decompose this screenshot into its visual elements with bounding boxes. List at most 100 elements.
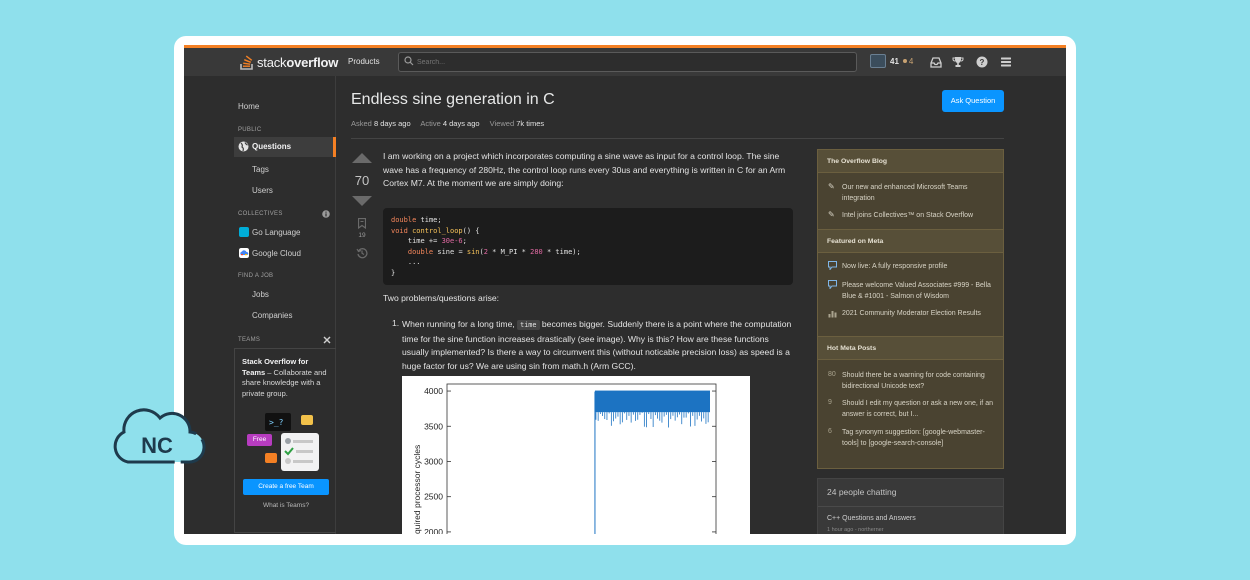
code-token: ; [462,237,467,246]
active-value[interactable]: 4 days ago [443,119,480,128]
logo-text-bold: overflow [286,54,339,70]
code-token: * M_PI * [487,247,531,256]
meta-heading-text: Featured on Meta [827,238,884,245]
bronze-badge-count: 4 [908,56,914,66]
browser-screen: stackoverflow Products 41 4 [184,45,1066,534]
chat-room-activity: 1 hour ago - northerner [827,527,884,533]
upvote-button[interactable] [352,153,372,163]
cycles-chart: 4000 3500 3000 2500 2000quired processor cyc… [412,383,717,534]
y-tick-label: 3000 [424,456,443,466]
code-token: 280 [530,247,543,256]
hot-meta-item[interactable]: Should I edit my question or ask a new o… [842,399,997,420]
blog-heading-text: The Overflow Blog [827,158,888,165]
hot-meta-heading-text: Hot Meta Posts [827,345,877,352]
nav-tags[interactable]: Tags [252,165,269,174]
vote-count: 70 [354,173,370,188]
code-token: ... [391,258,421,267]
question-intro: I am working on a project which incorpor… [383,151,786,189]
nav-teams-heading: TEAMS [238,337,261,343]
y-axis-label: quired processor cycles [412,445,422,534]
nav-collectives-heading: COLLECTIVES [238,211,283,217]
meta-item[interactable]: Please welcome Valued Associates #999 - … [842,281,997,302]
bronze-badge-icon [902,59,907,63]
question-image-plot[interactable]: 4000 3500 3000 2500 2000 quired processor cyc… [402,376,750,534]
nav-jobs[interactable]: Jobs [252,290,269,299]
avatar[interactable] [870,54,886,68]
list-item: When running for a long time, time becom… [402,318,796,373]
hot-meta-score: 80 [828,371,836,378]
globe-icon [238,141,249,152]
viewed-label: Viewed [489,119,515,128]
nav-find-job-heading: FIND A JOB [238,273,274,279]
pencil-icon: ✎ [828,182,835,191]
blog-item[interactable]: Our new and enhanced Microsoft Teams int… [842,183,997,204]
meta-item[interactable]: Now live: A fully responsive profile [842,262,997,273]
asked-value: 8 days ago [373,119,411,128]
close-icon[interactable] [323,336,331,344]
site-switcher-icon[interactable] [1000,56,1012,68]
title-divider [351,138,1004,139]
achievements-icon[interactable] [952,56,964,68]
nav-questions-label: Questions [252,142,292,151]
top-bar: stackoverflow Products 41 4 [184,45,1066,76]
screenshot-frame: stackoverflow Products 41 4 [174,36,1076,545]
code-token: 30e-6 [441,237,463,246]
what-is-teams-link[interactable]: What is Teams? [235,502,337,509]
hot-meta-score: 9 [828,399,832,406]
left-sidebar: Home PUBLIC Questions Tags Users COLLECT… [184,76,336,534]
code-token: void [391,226,408,235]
code-token: } [391,268,396,277]
code-token: sine = [433,247,467,256]
problems-text: Two problems/questions arise: [383,293,500,303]
code-token: time; [416,216,442,224]
products-link[interactable]: Products [348,57,380,66]
user-profile[interactable]: 41 4 [870,54,913,68]
nav-companies[interactable]: Companies [252,311,292,320]
chat-title[interactable]: 24 people chatting [827,487,896,497]
free-tag: Free [247,434,272,446]
stackoverflow-logo[interactable]: stackoverflow [239,54,338,70]
election-icon [828,311,837,318]
svg-text:>_?: >_? [269,418,284,427]
blog-heading: The Overflow Blog [818,149,1003,173]
meta-item[interactable]: 2021 Community Moderator Election Result… [842,309,997,320]
inbox-icon[interactable] [930,56,942,68]
hot-meta-item[interactable]: Should there be a warning for code conta… [842,371,997,392]
ask-question-button[interactable]: Ask Question [942,90,1004,112]
svg-text:?: ? [980,58,985,67]
chat-room-link[interactable]: C++ Questions and Answers [827,515,916,522]
help-icon[interactable]: ? [976,56,988,68]
search-box[interactable] [398,52,857,72]
info-icon[interactable] [322,210,330,218]
viewed-value: 7k times [516,119,545,128]
collective-google-cloud[interactable]: Google Cloud [252,249,301,258]
search-input[interactable] [417,56,847,68]
bookmark-count: 19 [358,232,366,239]
hot-meta-item[interactable]: Tag synonym suggestion: [google-webmaste… [842,428,997,449]
nav-users[interactable]: Users [252,186,273,195]
nav-home[interactable]: Home [238,102,259,111]
list-number: 1. [392,318,400,328]
reputation-count: 41 [890,56,899,66]
active-label: Active [420,119,441,128]
y-tick-label: 2500 [424,492,443,502]
bookmark-icon[interactable] [358,218,366,229]
y-tick-label: 4000 [424,386,443,396]
comment-icon [828,280,837,289]
collective-go-language[interactable]: Go Language [252,228,301,237]
question-title[interactable]: Endless sine generation in C [351,91,555,109]
history-icon[interactable] [356,247,368,259]
code-token: time += [391,237,442,246]
google-cloud-icon [239,248,249,258]
nav-questions[interactable]: Questions [234,137,336,157]
blog-item[interactable]: Intel joins Collectives™ on Stack Overfl… [842,211,997,222]
question-meta: Asked 8 days ago Active 4 days ago Viewe… [351,119,544,128]
pencil-icon: ✎ [828,210,835,219]
code-token: double [391,216,417,224]
inline-code: time [517,320,540,330]
code-token: () { [462,226,480,235]
nav-public-heading: PUBLIC [238,127,262,133]
code-token: sin [466,247,480,256]
downvote-button[interactable] [352,196,372,206]
create-team-button[interactable]: Create a free Team [243,479,329,495]
